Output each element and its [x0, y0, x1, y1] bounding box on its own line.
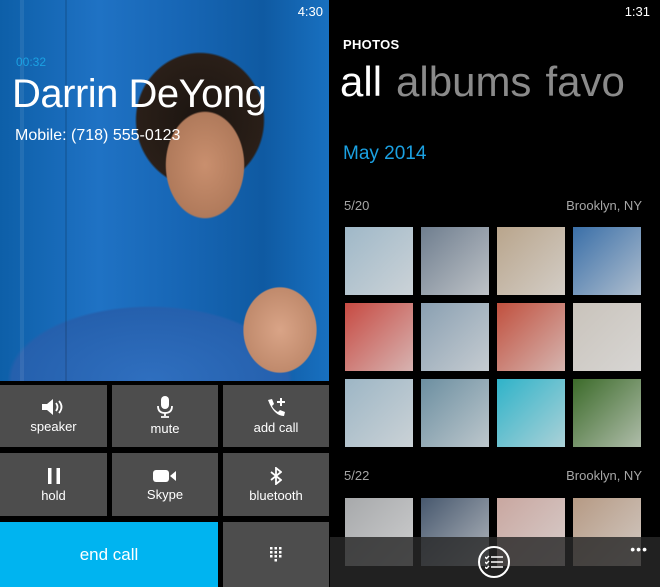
- call-screen: 4:30 00:32 Darrin DeYong Mobile: (718) 5…: [0, 0, 329, 587]
- skype-button[interactable]: Skype: [112, 453, 218, 516]
- end-call-button[interactable]: end call: [0, 522, 218, 587]
- group-location: Brooklyn, NY: [566, 198, 642, 213]
- add-call-icon: [268, 398, 285, 416]
- tab-favorites[interactable]: favo: [545, 58, 624, 105]
- more-button[interactable]: •••: [630, 541, 648, 557]
- photo-thumbnail[interactable]: [497, 303, 565, 371]
- tab-all[interactable]: all: [340, 58, 382, 105]
- group-date: 5/22: [344, 468, 370, 483]
- hold-button[interactable]: hold: [0, 453, 107, 516]
- pivot-header: all albums favo: [340, 58, 639, 106]
- photo-thumbnail[interactable]: [573, 227, 641, 295]
- photos-screen: 1:31 PHOTOS all albums favo May 2014 5/20 …: [330, 0, 660, 587]
- status-time: 1:31: [624, 4, 650, 19]
- photo-thumbnail[interactable]: [497, 379, 565, 447]
- mute-button[interactable]: mute: [112, 385, 218, 447]
- group-date: 5/20: [344, 198, 370, 213]
- video-camera-icon: [153, 469, 176, 482]
- speaker-button[interactable]: speaker: [0, 385, 107, 447]
- add-call-button[interactable]: add call: [223, 385, 329, 447]
- end-call-label: end call: [79, 544, 139, 564]
- mute-label: mute: [150, 421, 180, 436]
- month-header: May 2014: [343, 143, 427, 164]
- photo-thumbnail[interactable]: [421, 303, 489, 371]
- photo-thumbnail[interactable]: [345, 379, 413, 447]
- speaker-icon: [41, 399, 62, 415]
- pause-icon: [47, 467, 60, 484]
- bluetooth-label: bluetooth: [249, 487, 303, 503]
- microphone-icon: [157, 396, 173, 418]
- keypad-button[interactable]: [223, 522, 329, 587]
- keypad-icon: [270, 546, 282, 561]
- photo-thumbnail[interactable]: [421, 227, 489, 295]
- tab-albums[interactable]: albums: [396, 58, 531, 105]
- status-time: 4:30: [297, 4, 323, 19]
- hold-label: hold: [41, 487, 66, 503]
- app-bar: •••: [330, 537, 660, 587]
- multi-select-icon: [485, 555, 503, 569]
- skype-label: Skype: [146, 486, 184, 502]
- photo-thumbnail[interactable]: [421, 379, 489, 447]
- caller-photo: [0, 0, 329, 381]
- photo-thumbnail[interactable]: [497, 227, 565, 295]
- photo-thumbnail[interactable]: [345, 227, 413, 295]
- add-call-label: add call: [253, 420, 299, 435]
- bluetooth-icon: [270, 466, 282, 485]
- group-location: Brooklyn, NY: [566, 468, 642, 483]
- select-button[interactable]: [478, 546, 510, 578]
- speaker-label: speaker: [30, 419, 77, 434]
- photo-thumbnail[interactable]: [573, 379, 641, 447]
- call-duration: 00:32: [16, 55, 47, 69]
- caller-number: Mobile: (718) 555-0123: [15, 127, 181, 144]
- caller-name: Darrin DeYong: [12, 72, 267, 116]
- photo-thumbnail[interactable]: [345, 303, 413, 371]
- app-title: PHOTOS: [343, 37, 400, 52]
- photo-thumbnail[interactable]: [573, 303, 641, 371]
- bluetooth-button[interactable]: bluetooth: [223, 453, 329, 516]
